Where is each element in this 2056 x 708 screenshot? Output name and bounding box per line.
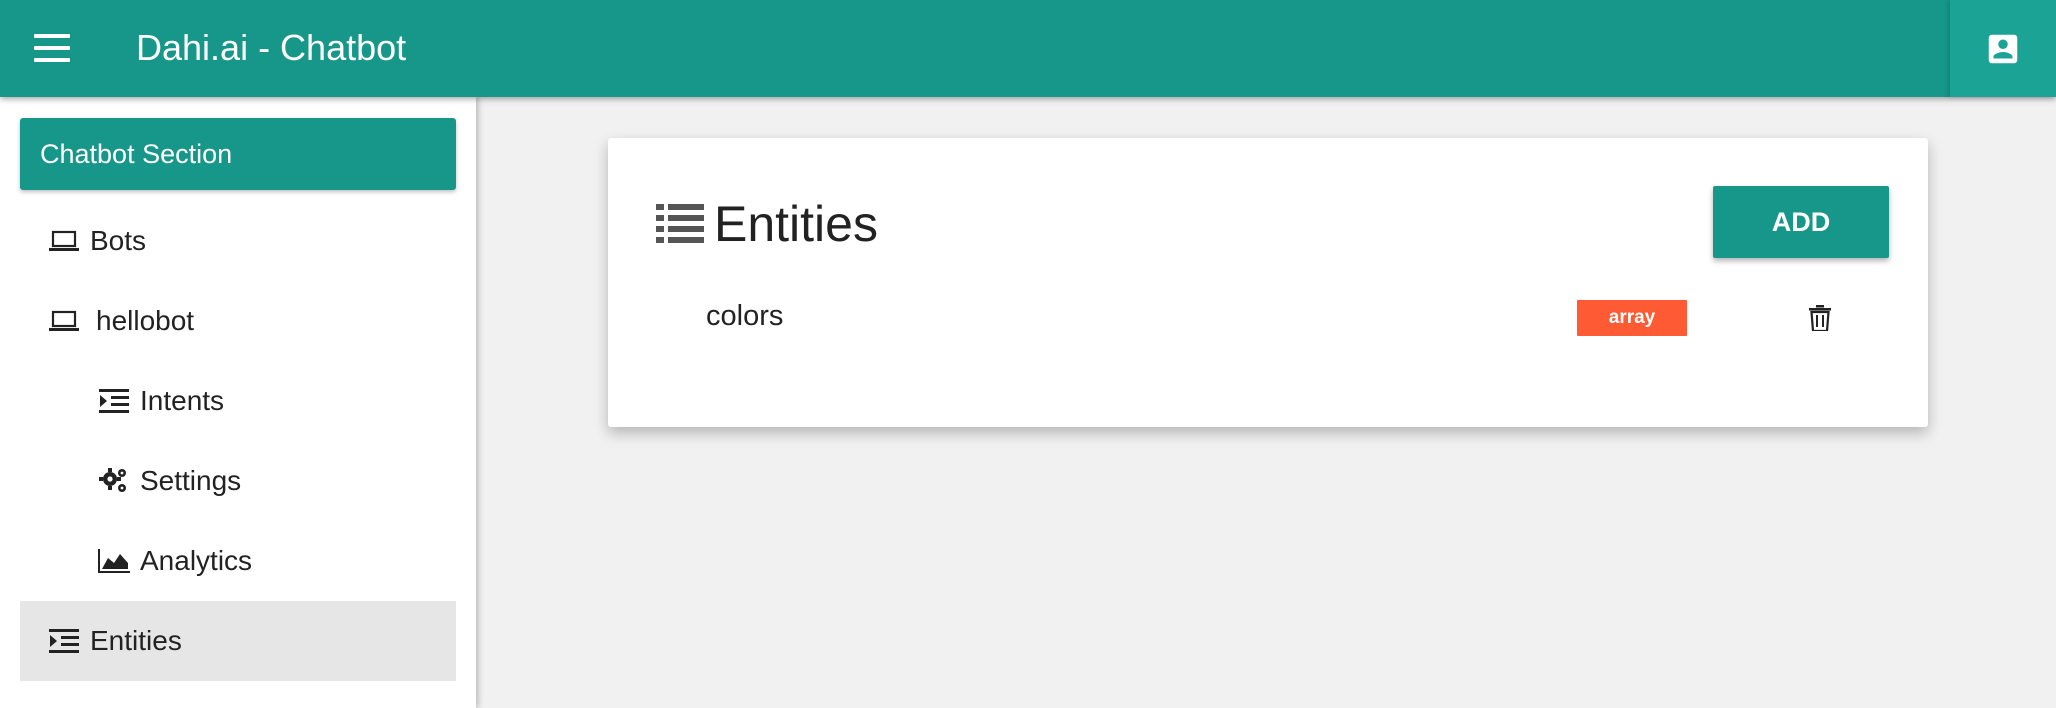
entities-card: Entities ADD colors array — [608, 138, 1928, 427]
sidebar-item-bots[interactable]: Bots — [20, 201, 456, 281]
sidebar-item-label: Settings — [140, 465, 242, 496]
app-title: Dahi.ai - Chatbot — [136, 27, 407, 68]
menu-icon[interactable] — [32, 32, 72, 64]
sidebar-item-label: Analytics — [140, 545, 253, 576]
sidebar-item-intents[interactable]: Intents — [20, 361, 456, 441]
sidebar: Chatbot Section Bots hellobot Intents Se… — [0, 97, 476, 708]
page-title: Entities — [656, 194, 878, 254]
sidebar-item-label: Intents — [140, 385, 225, 416]
gears-icon — [98, 465, 130, 497]
format-indent-icon — [48, 625, 80, 657]
sidebar-item-hellobot[interactable]: hellobot — [20, 281, 456, 361]
account-box-icon — [1988, 34, 2018, 63]
top-app-bar: Dahi.ai - Chatbot — [0, 0, 2056, 97]
entity-type-badge: array — [1577, 300, 1687, 336]
sidebar-item-analytics[interactable]: Analytics — [20, 521, 456, 601]
sidebar-item-entities[interactable]: Entities — [20, 601, 456, 681]
account-button[interactable] — [1950, 0, 2056, 97]
sidebar-item-label: hellobot — [96, 305, 195, 336]
laptop-icon — [48, 305, 80, 337]
sidebar-item-settings[interactable]: Settings — [20, 441, 456, 521]
sidebar-section-header: Chatbot Section — [20, 118, 456, 190]
page-title-text: Entities — [714, 196, 878, 252]
trash-icon[interactable] — [1804, 302, 1836, 334]
laptop-icon — [48, 225, 80, 257]
list-item[interactable]: colors array — [608, 288, 1928, 348]
entity-name: colors — [706, 300, 784, 332]
format-indent-icon — [98, 385, 130, 417]
sidebar-item-label: Bots — [90, 225, 147, 256]
add-button[interactable]: ADD — [1713, 186, 1889, 258]
area-chart-icon — [98, 545, 130, 577]
list-icon — [656, 204, 704, 244]
sidebar-item-label: Entities — [90, 625, 182, 656]
